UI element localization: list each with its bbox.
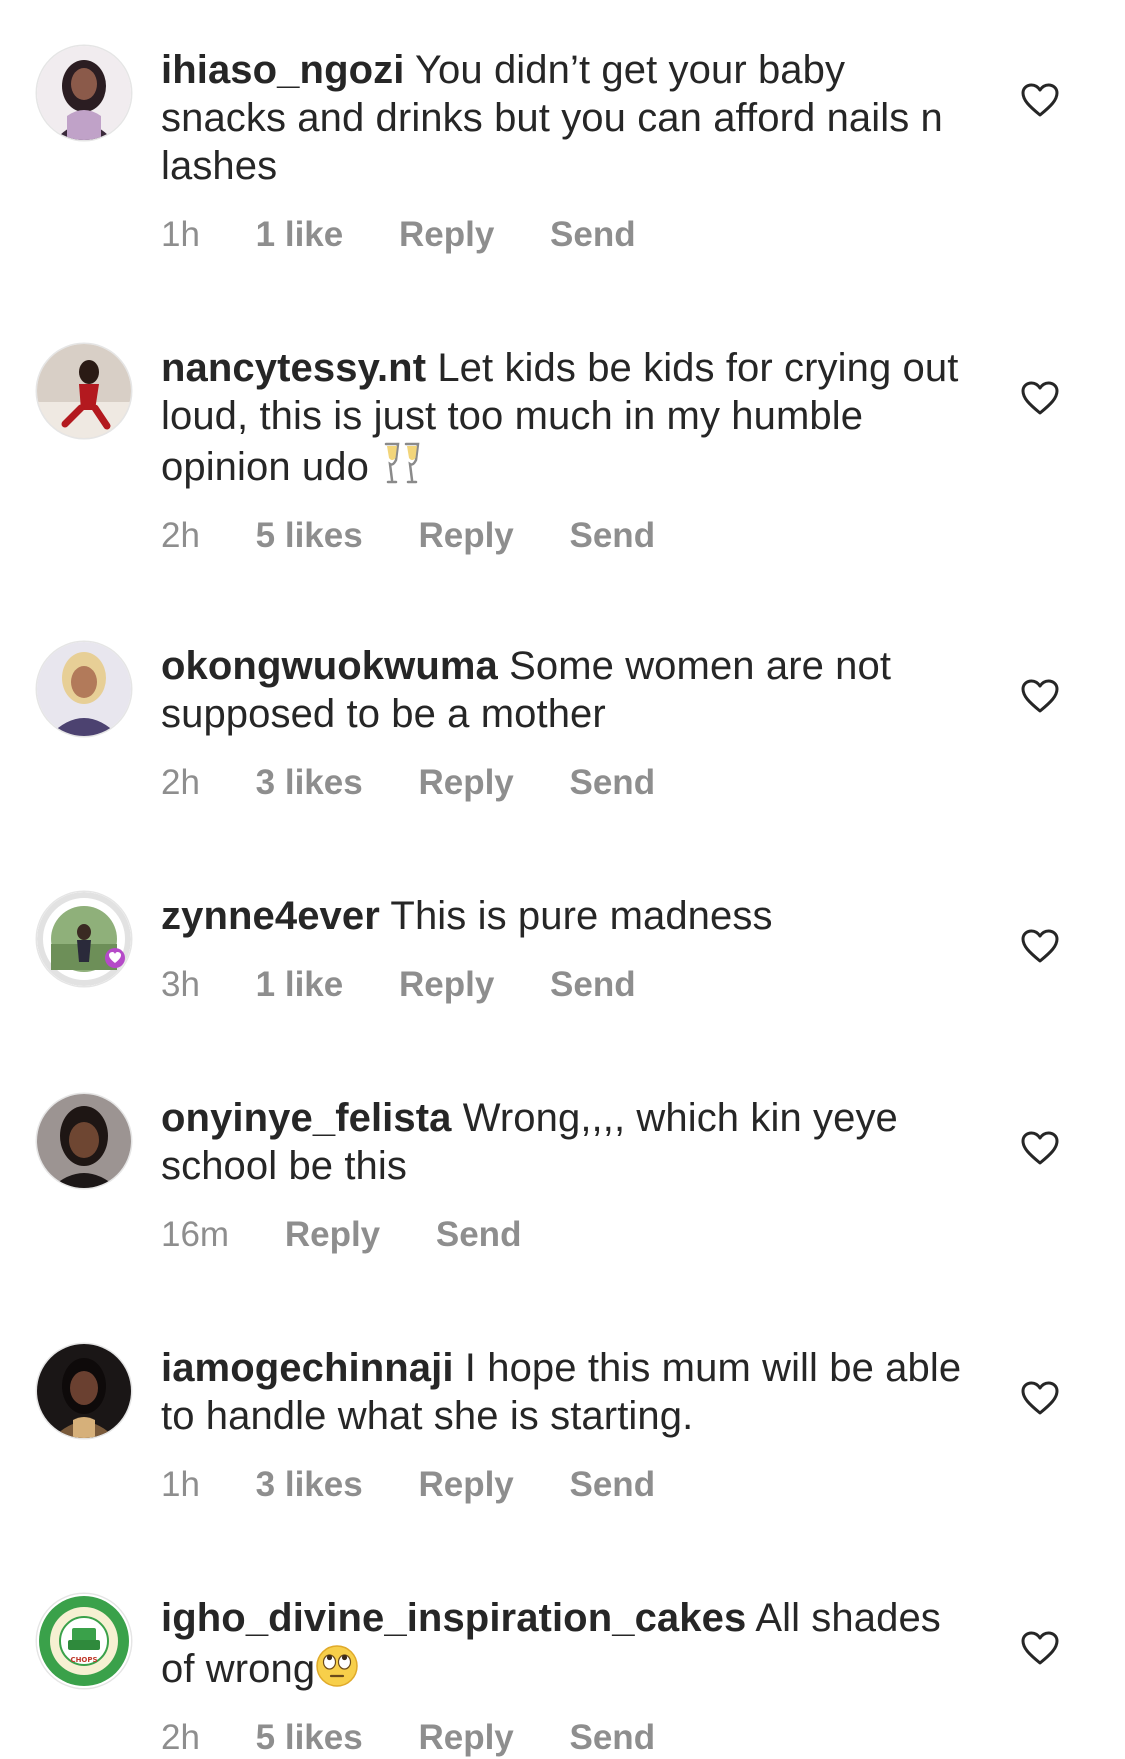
- avatar[interactable]: CHOPS: [37, 1594, 131, 1688]
- clinking-glasses-icon: [380, 440, 424, 486]
- reply-button[interactable]: Reply: [418, 762, 513, 804]
- heart-outline-icon[interactable]: [1020, 1130, 1060, 1166]
- comment-body: ihiaso_ngozi You didn’t get your baby sn…: [161, 46, 981, 256]
- comment-text: onyinye_felista Wrong,,,, which kin yeye…: [161, 1094, 981, 1190]
- timestamp: 2h: [161, 516, 200, 555]
- comment-meta: 2h 3 likes Reply Send: [161, 762, 981, 804]
- heart-outline-icon[interactable]: [1020, 1630, 1060, 1666]
- reply-button[interactable]: Reply: [399, 964, 494, 1006]
- reply-button[interactable]: Reply: [285, 1214, 380, 1256]
- reply-button[interactable]: Reply: [418, 515, 513, 557]
- send-button[interactable]: Send: [570, 1464, 656, 1506]
- heart-outline-icon[interactable]: [1020, 380, 1060, 416]
- likes-count[interactable]: 1 like: [256, 214, 344, 256]
- avatar[interactable]: [37, 1344, 131, 1438]
- comment-body: igho_divine_inspiration_cakes All shades…: [161, 1594, 981, 1759]
- rolling-eyes-icon: [315, 1642, 359, 1688]
- username[interactable]: igho_divine_inspiration_cakes: [161, 1596, 746, 1640]
- timestamp: 2h: [161, 763, 200, 802]
- send-button[interactable]: Send: [550, 214, 636, 256]
- reply-button[interactable]: Reply: [418, 1717, 513, 1759]
- timestamp: 1h: [161, 215, 200, 254]
- comment-body: onyinye_felista Wrong,,,, which kin yeye…: [161, 1094, 981, 1256]
- likes-count[interactable]: 5 likes: [256, 1717, 363, 1759]
- send-button[interactable]: Send: [570, 762, 656, 804]
- likes-count[interactable]: 3 likes: [256, 1464, 363, 1506]
- heart-outline-icon[interactable]: [1020, 82, 1060, 118]
- likes-count[interactable]: 5 likes: [256, 515, 363, 557]
- send-button[interactable]: Send: [570, 1717, 656, 1759]
- comment-meta: 3h 1 like Reply Send: [161, 964, 981, 1006]
- reply-button[interactable]: Reply: [399, 214, 494, 256]
- comment-body: zynne4ever This is pure madness 3h 1 lik…: [161, 892, 981, 1006]
- comment-text: ihiaso_ngozi You didn’t get your baby sn…: [161, 46, 981, 190]
- username[interactable]: onyinye_felista: [161, 1096, 452, 1140]
- comment-content: This is pure madness: [390, 894, 773, 938]
- comment-text: iamogechinnaji I hope this mum will be a…: [161, 1344, 981, 1440]
- likes-count[interactable]: 1 like: [256, 964, 344, 1006]
- timestamp: 3h: [161, 965, 200, 1004]
- username[interactable]: okongwuokwuma: [161, 644, 498, 688]
- username[interactable]: ihiaso_ngozi: [161, 48, 404, 92]
- comment-meta: 1h 3 likes Reply Send: [161, 1464, 981, 1506]
- comment-meta: 2h 5 likes Reply Send: [161, 1717, 981, 1759]
- username[interactable]: nancytessy.nt: [161, 346, 426, 390]
- send-button[interactable]: Send: [570, 515, 656, 557]
- avatar[interactable]: [37, 344, 131, 438]
- heart-outline-icon[interactable]: [1020, 928, 1060, 964]
- send-button[interactable]: Send: [550, 964, 636, 1006]
- comment-text: okongwuokwuma Some women are not suppose…: [161, 642, 981, 738]
- svg-text:CHOPS: CHOPS: [70, 1656, 97, 1664]
- avatar[interactable]: [37, 46, 131, 140]
- timestamp: 1h: [161, 1465, 200, 1504]
- username[interactable]: iamogechinnaji: [161, 1346, 454, 1390]
- avatar[interactable]: [37, 1094, 131, 1188]
- comment-meta: 1h 1 like Reply Send: [161, 214, 981, 256]
- timestamp: 16m: [161, 1215, 230, 1254]
- comment-text: igho_divine_inspiration_cakes All shades…: [161, 1594, 981, 1693]
- avatar[interactable]: [37, 892, 131, 986]
- heart-outline-icon[interactable]: [1020, 678, 1060, 714]
- comment-text: zynne4ever This is pure madness: [161, 892, 981, 940]
- avatar[interactable]: [37, 642, 131, 736]
- comment-meta: 16m Reply Send: [161, 1214, 981, 1256]
- username[interactable]: zynne4ever: [161, 894, 380, 938]
- comment-body: iamogechinnaji I hope this mum will be a…: [161, 1344, 981, 1506]
- heart-outline-icon[interactable]: [1020, 1380, 1060, 1416]
- comment-body: nancytessy.nt Let kids be kids for cryin…: [161, 344, 981, 557]
- timestamp: 2h: [161, 1718, 200, 1757]
- reply-button[interactable]: Reply: [418, 1464, 513, 1506]
- likes-count[interactable]: 3 likes: [256, 762, 363, 804]
- comment-text: nancytessy.nt Let kids be kids for cryin…: [161, 344, 981, 491]
- send-button[interactable]: Send: [436, 1214, 522, 1256]
- comment-body: okongwuokwuma Some women are not suppose…: [161, 642, 981, 804]
- comment-meta: 2h 5 likes Reply Send: [161, 515, 981, 557]
